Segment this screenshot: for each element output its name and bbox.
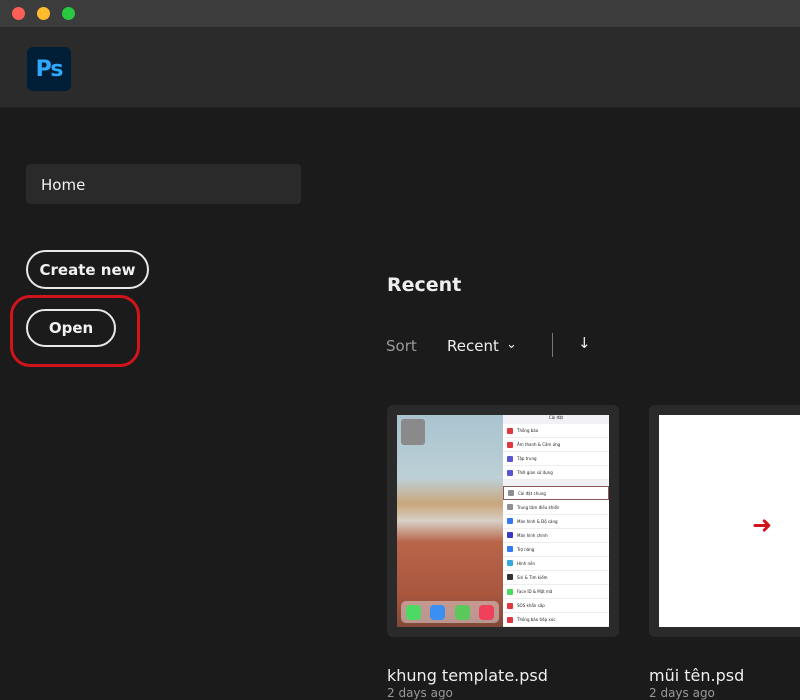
create-new-button[interactable]: Create new	[26, 250, 149, 289]
settings-row: SOS khẩn cấp	[503, 599, 609, 614]
photoshop-logo: Ps	[27, 47, 71, 91]
settings-row-label: Face ID & Mật mã	[517, 589, 553, 595]
settings-row: Trung tâm điều khiển	[503, 500, 609, 515]
settings-row-icon	[507, 560, 513, 567]
sort-label: Sort	[386, 337, 417, 355]
settings-row: Trợ năng	[503, 542, 609, 557]
settings-row: Siri & Tìm kiếm	[503, 570, 609, 586]
settings-row-icon	[507, 616, 513, 623]
settings-row-label: Trợ năng	[517, 546, 535, 552]
settings-row-icon	[507, 441, 513, 448]
red-arrow-image: ➜	[752, 511, 773, 539]
settings-row-icon	[507, 546, 513, 553]
settings-row-label: Thông báo tiếp xúc	[517, 617, 556, 623]
settings-row: Thông báo	[503, 424, 609, 439]
wallpaper-image	[397, 415, 503, 627]
settings-row-label: Màn hình & Độ sáng	[517, 518, 558, 524]
file-name[interactable]: mũi tên.psd	[649, 666, 744, 685]
section-title: Recent	[387, 274, 462, 296]
settings-row-icon	[507, 574, 513, 581]
settings-app-icon	[401, 419, 425, 445]
file-name[interactable]: khung template.psd	[387, 666, 548, 685]
settings-row-label: Thời gian sử dụng	[517, 470, 553, 476]
settings-row-icon	[507, 602, 513, 609]
title-bar	[0, 0, 800, 28]
file-thumbnail: ➜	[659, 415, 800, 627]
sort-dropdown[interactable]: Recent	[447, 337, 499, 355]
settings-row-label: SOS khẩn cấp	[517, 603, 545, 609]
file-date: 2 days ago	[649, 686, 715, 700]
close-window-button[interactable]	[12, 7, 25, 20]
settings-row: Thời gian sử dụng	[503, 466, 609, 481]
settings-row-icon	[508, 490, 514, 497]
settings-title: Cài đặt	[548, 415, 564, 420]
sidebar-item-home[interactable]: Home	[26, 164, 301, 204]
settings-row-icon	[507, 427, 513, 434]
settings-row-label: Trung tâm điều khiển	[517, 504, 560, 510]
settings-row-icon	[507, 588, 513, 595]
settings-row: Màn hình & Độ sáng	[503, 514, 609, 529]
settings-row: Màn hình chính	[503, 528, 609, 543]
settings-row-icon	[507, 532, 513, 539]
settings-row: Hình nền	[503, 556, 609, 571]
divider	[552, 333, 553, 357]
app-header	[0, 28, 800, 108]
settings-row: Cài đặt chung	[503, 486, 609, 501]
settings-row: Thông báo tiếp xúc	[503, 613, 609, 627]
settings-row: Face ID & Mật mã	[503, 585, 609, 600]
file-thumbnail: Cài đặt Thông báo Âm thanh & Cảm ứng Tập t…	[397, 415, 609, 627]
minimize-window-button[interactable]	[37, 7, 50, 20]
settings-row-label: Cài đặt chung	[518, 490, 546, 496]
maximize-window-button[interactable]	[62, 7, 75, 20]
arrow-down-icon[interactable]: ↓	[578, 334, 591, 352]
settings-row-icon	[507, 469, 513, 476]
highlight-annotation	[10, 295, 140, 367]
settings-row-label: Tập trung	[517, 456, 537, 462]
settings-row-label: Thông báo	[517, 428, 539, 434]
settings-row-label: Màn hình chính	[517, 532, 548, 538]
file-card[interactable]: Cài đặt Thông báo Âm thanh & Cảm ứng Tập t…	[387, 405, 619, 637]
settings-row: Tập trung	[503, 452, 609, 467]
file-date: 2 days ago	[387, 686, 453, 700]
settings-row-icon	[507, 518, 513, 525]
settings-row-icon	[507, 455, 513, 462]
dock	[401, 601, 499, 623]
settings-row-label: Hình nền	[517, 560, 535, 566]
settings-list: Cài đặt Thông báo Âm thanh & Cảm ứng Tập t…	[503, 415, 609, 627]
settings-row-label: Âm thanh & Cảm ứng	[517, 442, 561, 448]
settings-row-label: Siri & Tìm kiếm	[517, 574, 548, 580]
settings-row-icon	[507, 504, 513, 511]
chevron-down-icon[interactable]: ⌄	[506, 337, 517, 352]
settings-row: Âm thanh & Cảm ứng	[503, 438, 609, 453]
file-card[interactable]: ➜	[649, 405, 800, 637]
